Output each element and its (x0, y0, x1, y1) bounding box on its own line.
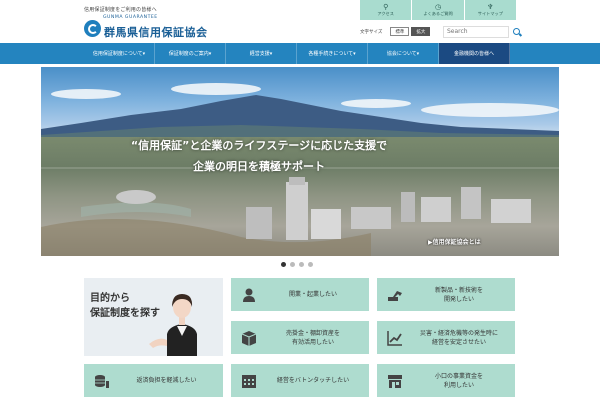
logo-english-name: GUNMA GUARANTEE (103, 15, 158, 20)
sitemap-icon: ♆ (487, 3, 494, 11)
coins-icon (94, 373, 110, 389)
logo-mark-icon (84, 19, 101, 37)
tile-label: 返済負担を軽減したい (136, 377, 197, 384)
purpose-tile-small-loan[interactable]: 小口の事業資金を 利用したい (377, 364, 515, 397)
slide-dot[interactable] (290, 262, 295, 267)
logo-japanese-name: 群馬県信用保証協会 (104, 26, 208, 39)
util-nav-label: よくあるご質問 (423, 11, 453, 16)
hero-headline-line2: 企業の明日を積極サポート (193, 160, 325, 173)
slide-dot[interactable] (308, 262, 313, 267)
search-input[interactable] (443, 25, 509, 38)
tile-label: 災害・経済危機等の発生時に 経営を安定させたい (419, 329, 498, 346)
purpose-tile-succession[interactable]: 経営をバトンタッチしたい (231, 364, 369, 397)
util-nav-label: サイトマップ (477, 11, 503, 16)
slide-dot[interactable] (281, 262, 286, 267)
purpose-tile-disaster[interactable]: 災害・経済危機等の発生時に 経営を安定させたい (377, 321, 515, 354)
tile-label: 売掛金・棚卸資産を 有効活用したい (285, 329, 340, 346)
purpose-tile-repayment[interactable]: 返済負担を軽減したい (84, 364, 223, 397)
purpose-tile-new-product[interactable]: 新製品・新技術を 開発したい (377, 278, 515, 311)
chart-up-icon (387, 330, 403, 346)
search-icon[interactable] (511, 26, 523, 38)
tile-label: 小口の事業資金を 利用したい (434, 372, 483, 389)
nav-item-management-support[interactable]: 経営支援▾ (226, 43, 297, 64)
site-logo[interactable]: GUNMA GUARANTEE 群馬県信用保証協会 (84, 15, 208, 40)
tile-label: 新製品・新技術を 開発したい (434, 286, 483, 303)
hero-about-link[interactable]: ▶信用保証協会とは (428, 237, 481, 246)
nav-item-about[interactable]: 協会について▾ (368, 43, 439, 64)
text-size-label: 文字サイズ (360, 29, 383, 35)
purpose-tile-receivables[interactable]: 売掛金・棚卸資産を 有効活用したい (231, 321, 369, 354)
tile-label: 経営をバトンタッチしたい (276, 377, 350, 384)
util-nav-faq[interactable]: ◷ よくあるご質問 (412, 0, 464, 20)
main-nav: 信用保証制度について▾ 保証制度のご案内▾ 経営支援▾ 各種手続きについて▾ 協… (0, 43, 600, 64)
calendar-icon (241, 373, 257, 389)
box-icon (241, 330, 257, 346)
slide-dot[interactable] (299, 262, 304, 267)
nav-item-guarantee-programs[interactable]: 保証制度のご案内▾ (155, 43, 226, 64)
utility-nav: ⚲ アクセス ◷ よくあるご質問 ♆ サイトマップ (360, 0, 516, 20)
promo-person-image (149, 294, 197, 356)
map-pin-icon: ⚲ (383, 3, 389, 11)
person-icon (241, 287, 257, 303)
util-nav-access[interactable]: ⚲ アクセス (360, 0, 412, 20)
hero-cityscape (41, 137, 559, 256)
text-size-large-button[interactable]: 拡大 (411, 27, 431, 36)
tile-label: 開業・起業したい (288, 291, 337, 298)
excavator-icon (387, 287, 403, 303)
slideshow-pagination (281, 262, 317, 267)
text-size-standard-button[interactable]: 標準 (390, 27, 410, 36)
nav-item-procedures[interactable]: 各種手続きについて▾ (297, 43, 368, 64)
clock-icon: ◷ (434, 3, 442, 11)
site-tagline: 信用保証制度をご利用の皆様へ (84, 7, 157, 13)
search-by-purpose-banner[interactable]: 目的から 保証制度を探す (84, 278, 223, 356)
hero-city-buildings (41, 167, 559, 256)
util-nav-sitemap[interactable]: ♆ サイトマップ (464, 0, 516, 20)
util-nav-label: アクセス (377, 11, 394, 16)
text-size-control: 文字サイズ 標準 拡大 (360, 27, 432, 36)
purpose-tile-startup[interactable]: 開業・起業したい (231, 278, 369, 311)
nav-item-guarantee-system[interactable]: 信用保証制度について▾ (84, 43, 155, 64)
nav-item-financial-institutions[interactable]: 金融機関の皆様へ (439, 43, 510, 64)
hero-headline-line1: “信用保証”と企業のライフステージに応じた支援で (130, 139, 388, 152)
shop-icon (387, 373, 403, 389)
site-search (443, 25, 523, 38)
